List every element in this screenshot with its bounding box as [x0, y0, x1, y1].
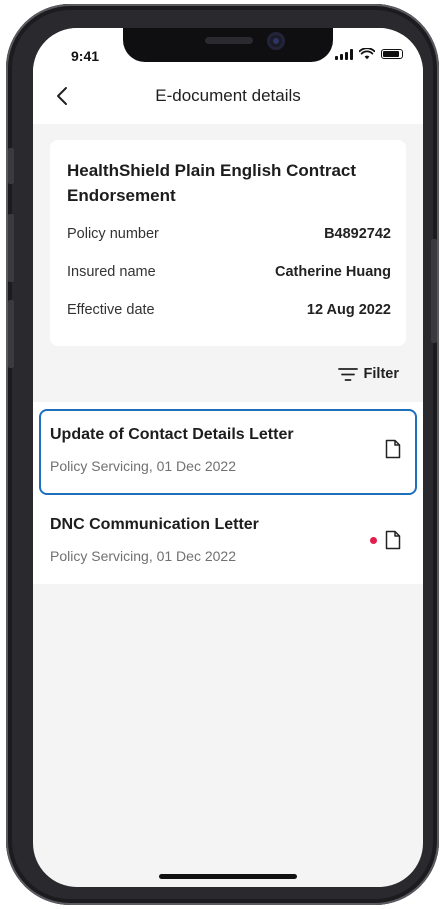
- screen: 9:41 E-document details HealthShield Pla…: [33, 28, 423, 887]
- filter-button[interactable]: Filter: [337, 366, 399, 382]
- insured-name-value: Catherine Huang: [274, 264, 391, 280]
- status-icons: [335, 48, 403, 60]
- phone-frame: 9:41 E-document details HealthShield Pla…: [6, 4, 439, 905]
- battery-icon: [381, 49, 403, 59]
- volume-up-button: [8, 214, 14, 282]
- list-item[interactable]: Update of Contact Details Letter Policy …: [33, 402, 423, 495]
- filter-label: Filter: [363, 366, 399, 382]
- list-item[interactable]: DNC Communication Letter Policy Servicin…: [33, 494, 423, 584]
- wifi-icon: [359, 48, 375, 60]
- effective-date-row: Effective date 12 Aug 2022: [67, 302, 391, 318]
- policy-number-label: Policy number: [67, 226, 159, 242]
- front-camera: [267, 32, 285, 50]
- list-item-title: Update of Contact Details Letter: [50, 426, 294, 443]
- insured-name-label: Insured name: [67, 264, 156, 280]
- unread-indicator: [370, 537, 377, 544]
- document-icon: [385, 530, 401, 550]
- cellular-signal-icon: [335, 48, 353, 60]
- effective-date-value: 12 Aug 2022: [306, 302, 391, 318]
- silent-switch: [8, 148, 14, 184]
- status-time: 9:41: [71, 48, 100, 64]
- power-button: [431, 239, 437, 343]
- speaker-grille: [205, 37, 253, 44]
- selection-outline: [39, 409, 417, 495]
- policy-number-row: Policy number B4892742: [67, 226, 391, 242]
- filter-icon: [337, 368, 358, 381]
- list-item-title: DNC Communication Letter: [50, 516, 259, 533]
- policy-summary-card: HealthShield Plain English Contract Endo…: [50, 140, 406, 346]
- list-item-subtitle: Policy Servicing, 01 Dec 2022: [50, 548, 236, 564]
- page-title: E-document details: [155, 86, 301, 105]
- home-indicator[interactable]: [159, 874, 297, 879]
- effective-date-label: Effective date: [67, 302, 155, 318]
- document-list: Update of Contact Details Letter Policy …: [33, 402, 423, 584]
- insured-name-row: Insured name Catherine Huang: [67, 264, 391, 280]
- policy-number-value: B4892742: [324, 226, 391, 242]
- volume-down-button: [8, 300, 14, 368]
- notch: [123, 28, 333, 62]
- list-item-subtitle: Policy Servicing, 01 Dec 2022: [50, 458, 236, 474]
- document-title: HealthShield Plain English Contract Endo…: [67, 161, 357, 205]
- document-icon: [385, 439, 401, 459]
